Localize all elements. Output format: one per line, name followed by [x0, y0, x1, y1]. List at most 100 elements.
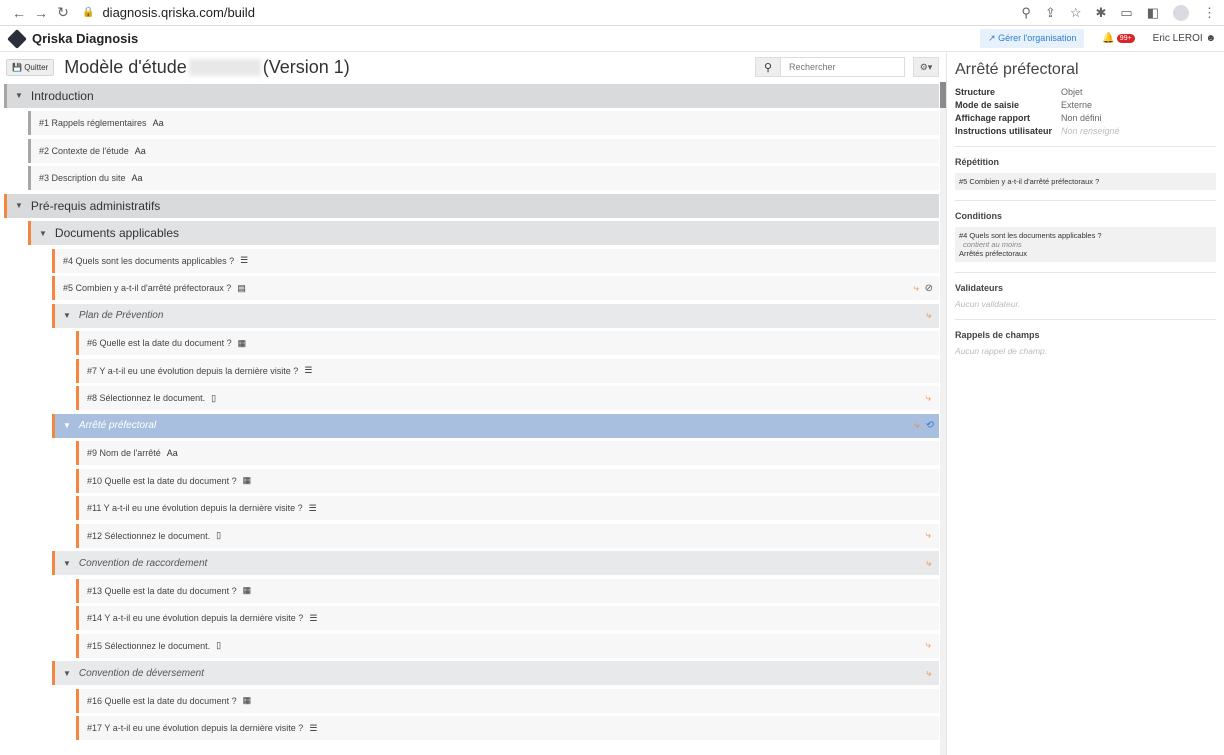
- caret-down-icon[interactable]: ▼: [15, 91, 23, 100]
- notifications-button[interactable]: 🔔 99+: [1102, 33, 1135, 44]
- branch-icon[interactable]: ⤷: [925, 310, 931, 321]
- list-type-icon: ☰: [309, 722, 318, 733]
- list-type-icon: ☰: [308, 502, 317, 513]
- question-12[interactable]: #12 Sélectionnez le document. ▯ ⤷: [4, 522, 939, 550]
- list-type-icon: ☰: [240, 255, 249, 266]
- sidepanel-icon[interactable]: ◧: [1147, 5, 1159, 21]
- question-17[interactable]: #17 Y a-t-il eu une évolution depuis la …: [4, 715, 939, 743]
- panel-title: Arrêté préfectoral: [955, 61, 1079, 78]
- list-type-icon: ☰: [304, 365, 313, 376]
- rappels-empty: Aucun rappel de champ.: [955, 346, 1048, 356]
- notification-badge: 99+: [1116, 34, 1135, 43]
- subsection-convention-raccordement[interactable]: ▼ Convention de raccordement ⤷: [4, 550, 939, 578]
- prop-value: Externe: [1061, 100, 1093, 110]
- divider: [955, 272, 1216, 273]
- reload-icon[interactable]: ↻: [52, 4, 74, 21]
- search-icon[interactable]: ⚲: [755, 57, 781, 77]
- caret-down-icon[interactable]: ▼: [63, 421, 71, 430]
- prop-label: Structure: [955, 87, 996, 97]
- list-type-icon: ☰: [309, 612, 318, 623]
- question-14[interactable]: #14 Y a-t-il eu une évolution depuis la …: [4, 605, 939, 633]
- calendar-type-icon: ▦: [237, 337, 247, 348]
- hidden-eye-icon[interactable]: ⊘: [925, 283, 933, 294]
- builder-main: 💾 Quitter Modèle d'étude(Version 1) ⚲ ⚙▾…: [0, 53, 946, 755]
- question-2[interactable]: #2 Contexte de l'étude Aa: [4, 137, 939, 165]
- calendar-type-icon: ▦: [242, 475, 252, 486]
- back-icon[interactable]: ←: [8, 5, 30, 21]
- question-13[interactable]: #13 Quelle est la date du document ? ▦: [4, 577, 939, 605]
- prop-value: Objet: [1061, 87, 1083, 97]
- question-1[interactable]: #1 Rappels réglementaires Aa: [4, 110, 939, 138]
- caret-down-icon[interactable]: ▼: [63, 311, 71, 320]
- question-10[interactable]: #10 Quelle est la date du document ? ▦: [4, 467, 939, 495]
- model-title: Modèle d'étude (Version 1): [64, 56, 350, 77]
- caret-down-icon[interactable]: ▼: [15, 201, 23, 210]
- validateurs-empty: Aucun validateur.: [955, 299, 1021, 309]
- browser-toolbar: ← → ↻ 🔒 diagnosis.qriska.com/build ⚲ ⇪ ☆…: [0, 0, 1224, 26]
- extensions-icon[interactable]: ✱: [1096, 5, 1107, 21]
- lock-icon: 🔒: [82, 7, 95, 18]
- branch-icon[interactable]: ⤷: [925, 530, 931, 541]
- question-4[interactable]: #4 Quels sont les documents applicables …: [4, 247, 939, 275]
- branch-icon[interactable]: ⤷: [925, 558, 931, 569]
- quit-button[interactable]: 💾 Quitter: [6, 58, 55, 76]
- properties-list: Structure Objet Mode de saisie Externe A…: [955, 87, 1216, 136]
- subsection-arrete-prefectoral[interactable]: ▼ Arrêté préfectoral ⤷ ⟲: [4, 412, 939, 440]
- builder-toolbar: 💾 Quitter Modèle d'étude(Version 1) ⚲ ⚙▾: [0, 53, 945, 81]
- prop-value: Non défini: [1061, 113, 1102, 123]
- repetition-box[interactable]: #5 Combien y a-t-il d'arrêté préfectorau…: [955, 173, 1216, 190]
- section-prerequis[interactable]: ▼ Pré-requis administratifs: [4, 192, 939, 220]
- calendar-type-icon: ▦: [242, 585, 252, 596]
- url-text: diagnosis.qriska.com/build: [102, 5, 255, 20]
- search-input[interactable]: [781, 57, 905, 77]
- document-type-icon: ▯: [211, 392, 217, 403]
- address-bar[interactable]: 🔒 diagnosis.qriska.com/build: [82, 5, 255, 20]
- branch-icon[interactable]: ⤷: [925, 640, 931, 651]
- structure-tree: ▼ Introduction #1 Rappels réglementaires A…: [4, 82, 939, 742]
- zoom-icon[interactable]: ⚲: [1021, 5, 1031, 21]
- caret-down-icon[interactable]: ▼: [39, 229, 47, 238]
- caret-down-icon[interactable]: ▼: [63, 559, 71, 568]
- question-6[interactable]: #6 Quelle est la date du document ? ▦: [4, 330, 939, 358]
- prop-label: Affichage rapport: [955, 113, 1031, 123]
- question-3[interactable]: #3 Description du site Aa: [4, 165, 939, 193]
- subsection-convention-deversement[interactable]: ▼ Convention de déversement ⤷: [4, 660, 939, 688]
- question-16[interactable]: #16 Quelle est la date du document ? ▦: [4, 687, 939, 715]
- validateurs-heading: Validateurs: [955, 283, 1004, 293]
- branch-icon[interactable]: ⤷: [925, 668, 931, 679]
- repeat-icon[interactable]: ⟲: [925, 420, 933, 431]
- manage-organization-button[interactable]: ↗ Gérer l'organisation: [980, 29, 1085, 48]
- menu-kebab-icon[interactable]: ⋮: [1203, 5, 1216, 21]
- settings-gear-button[interactable]: ⚙▾: [913, 57, 939, 77]
- share-icon[interactable]: ⇪: [1045, 5, 1056, 21]
- question-8[interactable]: #8 Sélectionnez le document. ▯ ⤷: [4, 385, 939, 413]
- subsection-plan-prevention[interactable]: ▼ Plan de Prévention ⤷: [4, 302, 939, 330]
- browser-actions: ⚲ ⇪ ☆ ✱ ▭ ◧ ⋮: [1021, 4, 1216, 21]
- question-9[interactable]: #9 Nom de l'arrêté Aa: [4, 440, 939, 468]
- bookmark-star-icon[interactable]: ☆: [1070, 5, 1082, 21]
- app-header: Qriska Diagnosis ↗ Gérer l'organisation …: [0, 26, 1224, 52]
- text-type-icon: Aa: [134, 145, 146, 156]
- section-documents-applicables[interactable]: ▼ Documents applicables: [4, 220, 939, 248]
- caret-down-icon[interactable]: ▼: [63, 669, 71, 678]
- forward-icon[interactable]: →: [30, 5, 52, 21]
- qriska-logo-icon: [7, 28, 27, 49]
- user-menu[interactable]: Eric LEROI ☻: [1153, 33, 1216, 44]
- section-introduction[interactable]: ▼ Introduction: [4, 82, 939, 110]
- question-5[interactable]: #5 Combien y a-t-il d'arrêté préfectorau…: [4, 275, 939, 303]
- rappels-heading: Rappels de champs: [955, 330, 1040, 340]
- question-7[interactable]: #7 Y a-t-il eu une évolution depuis la d…: [4, 357, 939, 385]
- branch-icon[interactable]: ⤷: [913, 283, 919, 294]
- question-11[interactable]: #11 Y a-t-il eu une évolution depuis la …: [4, 495, 939, 523]
- text-type-icon: Aa: [131, 173, 143, 184]
- question-15[interactable]: #15 Sélectionnez le document. ▯ ⤷: [4, 632, 939, 660]
- conditions-heading: Conditions: [955, 211, 1002, 221]
- branch-icon[interactable]: ⤷: [913, 420, 919, 431]
- divider: [955, 319, 1216, 320]
- calendar-type-icon: ▦: [242, 695, 252, 706]
- cast-icon[interactable]: ▭: [1120, 5, 1132, 21]
- branch-icon[interactable]: ⤷: [925, 393, 931, 404]
- profile-avatar[interactable]: [1173, 4, 1189, 21]
- bell-icon: 🔔: [1102, 33, 1115, 44]
- conditions-box[interactable]: #4 Quels sont les documents applicables …: [955, 227, 1216, 262]
